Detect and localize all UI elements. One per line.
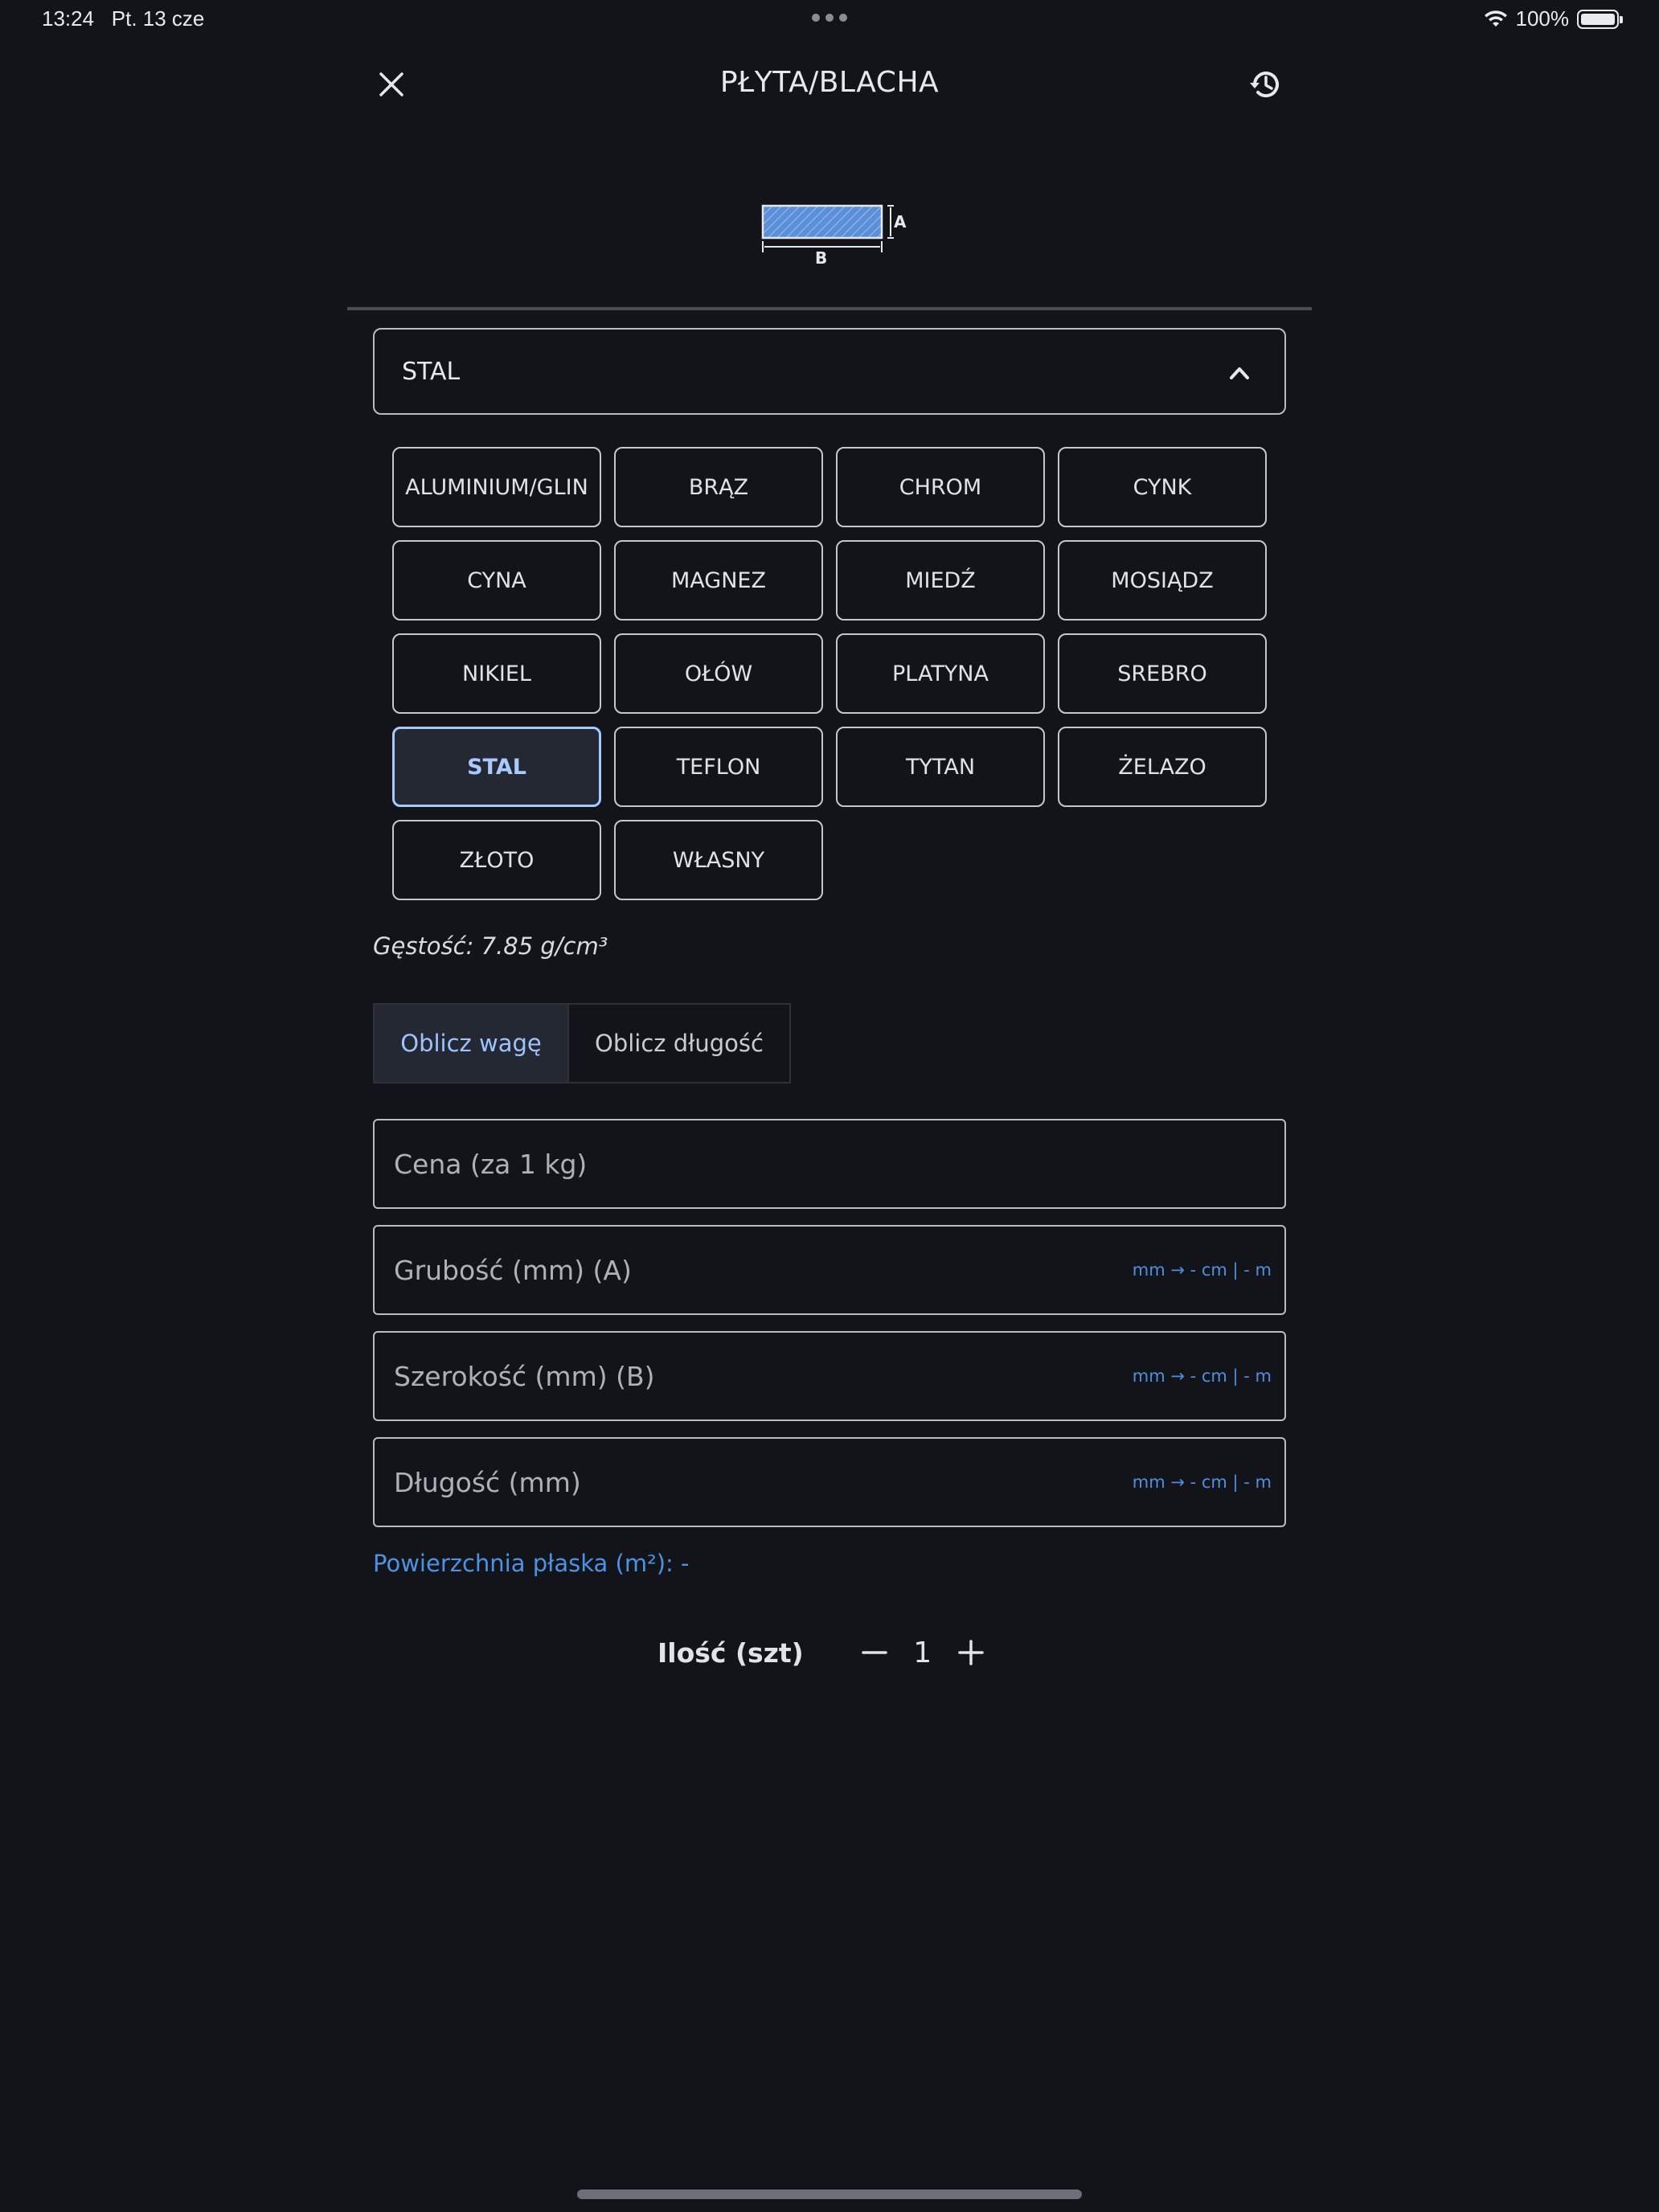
status-right: 100% bbox=[1484, 6, 1623, 31]
material-button-wlasny[interactable]: WŁASNY bbox=[614, 820, 823, 900]
width-field[interactable]: Szerokość (mm) (B) mm → - cm | - m bbox=[373, 1331, 1286, 1421]
material-button-chrom[interactable]: CHROM bbox=[836, 447, 1045, 527]
width-unit-toggle[interactable]: mm → - cm | - m bbox=[1133, 1366, 1272, 1386]
status-date: Pt. 13 cze bbox=[111, 6, 205, 31]
home-indicator[interactable] bbox=[577, 2189, 1082, 2199]
material-button-olow[interactable]: OŁÓW bbox=[614, 633, 823, 714]
length-field[interactable]: Długość (mm) mm → - cm | - m bbox=[373, 1437, 1286, 1527]
material-button-magnez[interactable]: MAGNEZ bbox=[614, 540, 823, 621]
thickness-placeholder: Grubość (mm) (A) bbox=[394, 1254, 632, 1286]
history-button[interactable] bbox=[1244, 63, 1288, 106]
material-button-srebro[interactable]: SREBRO bbox=[1058, 633, 1267, 714]
quantity-increment-button[interactable] bbox=[948, 1630, 993, 1675]
calc-mode-tabs: Oblicz wagę Oblicz długość bbox=[373, 1003, 791, 1083]
quantity-label: Ilość (szt) bbox=[657, 1636, 804, 1669]
material-select-value: STAL bbox=[402, 357, 461, 386]
price-placeholder: Cena (za 1 kg) bbox=[394, 1148, 588, 1180]
material-button-cynk[interactable]: CYNK bbox=[1058, 447, 1267, 527]
material-button-cyna[interactable]: CYNA bbox=[392, 540, 601, 621]
status-bar: 13:24 Pt. 13 cze 100% bbox=[0, 0, 1659, 39]
plate-cross-section bbox=[761, 204, 883, 240]
material-button-stal[interactable]: STAL bbox=[392, 727, 601, 807]
chevron-up-icon bbox=[1230, 367, 1249, 379]
quantity-value: 1 bbox=[913, 1636, 932, 1669]
dimension-b-label: B bbox=[815, 248, 827, 268]
material-button-zloto[interactable]: ZŁOTO bbox=[392, 820, 601, 900]
material-button-aluminium[interactable]: ALUMINIUM/GLIN bbox=[392, 447, 601, 527]
material-button-mosiadz[interactable]: MOSIĄDZ bbox=[1058, 540, 1267, 621]
material-button-miedz[interactable]: MIEDŹ bbox=[836, 540, 1045, 621]
quantity-decrement-button[interactable] bbox=[852, 1630, 897, 1675]
wifi-icon bbox=[1484, 10, 1507, 27]
width-placeholder: Szerokość (mm) (B) bbox=[394, 1360, 655, 1392]
length-placeholder: Długość (mm) bbox=[394, 1466, 581, 1498]
multitasking-dots-icon[interactable] bbox=[812, 14, 847, 22]
divider bbox=[347, 307, 1312, 310]
status-clock: 13:24 bbox=[42, 6, 95, 31]
tab-calculate-weight[interactable]: Oblicz wagę bbox=[375, 1005, 567, 1082]
flat-area-label: Powierzchnia płaska (m²): - bbox=[373, 1550, 690, 1577]
material-button-braz[interactable]: BRĄZ bbox=[614, 447, 823, 527]
density-label: Gęstość: 7.85 g/cm³ bbox=[373, 932, 608, 960]
quantity-stepper: Ilość (szt) 1 bbox=[657, 1627, 993, 1678]
material-button-zelazo[interactable]: ŻELAZO bbox=[1058, 727, 1267, 807]
dimension-a-label: A bbox=[894, 212, 907, 231]
history-icon bbox=[1250, 72, 1279, 98]
material-button-tytan[interactable]: TYTAN bbox=[836, 727, 1045, 807]
material-grid: ALUMINIUM/GLIN BRĄZ CHROM CYNK CYNA MAGN… bbox=[392, 447, 1267, 900]
battery-icon bbox=[1577, 9, 1623, 29]
plus-icon bbox=[958, 1640, 984, 1665]
material-button-teflon[interactable]: TEFLON bbox=[614, 727, 823, 807]
material-button-nikiel[interactable]: NIKIEL bbox=[392, 633, 601, 714]
material-select[interactable]: STAL bbox=[373, 328, 1286, 415]
header: PŁYTA/BLACHA bbox=[347, 48, 1312, 121]
plate-diagram: A B bbox=[761, 204, 907, 268]
price-field[interactable]: Cena (za 1 kg) bbox=[373, 1119, 1286, 1209]
material-button-platyna[interactable]: PLATYNA bbox=[836, 633, 1045, 714]
thickness-field[interactable]: Grubość (mm) (A) mm → - cm | - m bbox=[373, 1225, 1286, 1315]
page-title: PŁYTA/BLACHA bbox=[719, 66, 940, 99]
tab-calculate-length[interactable]: Oblicz długość bbox=[567, 1005, 789, 1082]
minus-icon bbox=[862, 1651, 887, 1654]
status-time: 13:24 Pt. 13 cze bbox=[42, 6, 204, 31]
thickness-unit-toggle[interactable]: mm → - cm | - m bbox=[1133, 1260, 1272, 1280]
length-unit-toggle[interactable]: mm → - cm | - m bbox=[1133, 1473, 1272, 1492]
battery-percent: 100% bbox=[1515, 6, 1570, 31]
